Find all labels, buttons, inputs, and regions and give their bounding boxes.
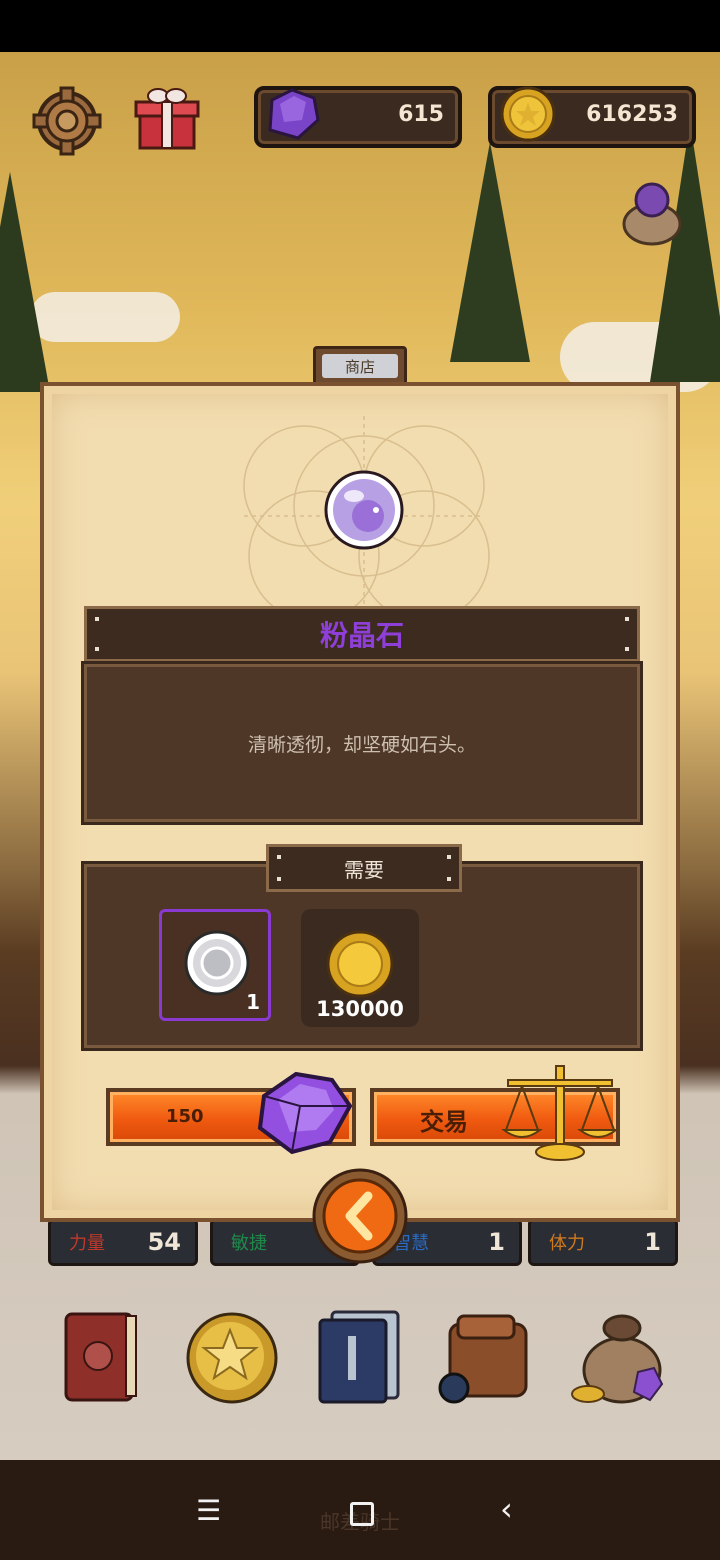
stat-value: 54 [147, 1228, 181, 1256]
menu-icon[interactable]: ☰ [196, 1494, 221, 1527]
item-name: 粉晶石 [319, 619, 404, 652]
stat-label: 力量 [69, 1233, 105, 1254]
stat-strength: 力量 54 [48, 1218, 198, 1266]
stat-value: 1 [488, 1228, 505, 1256]
back-button[interactable] [312, 1168, 408, 1264]
status-bar [0, 0, 720, 52]
star-coin-icon[interactable] [184, 1310, 280, 1406]
stat-value: 1 [644, 1228, 661, 1256]
gold-coin-icon [498, 84, 558, 144]
treasure-bag-icon[interactable] [570, 1310, 666, 1410]
gold-coin-icon [326, 930, 394, 998]
trade-label: 交易 [420, 1108, 468, 1136]
pine-tree [650, 122, 720, 382]
stat-stamina: 体力 1 [528, 1218, 678, 1266]
purple-gem-icon [262, 86, 322, 142]
item-description: 清晰透彻，却坚硬如石头。 [247, 733, 476, 756]
stat-label: 体力 [549, 1233, 585, 1254]
purple-gem-icon [250, 1066, 354, 1156]
system-nav-bar: 邮差骑士 ☰ ‹ [0, 1460, 720, 1560]
settings-gear-icon[interactable] [32, 86, 102, 156]
loot-bag-icon[interactable] [618, 178, 686, 248]
cloud [30, 292, 180, 342]
stat-label: 敏捷 [231, 1233, 267, 1254]
coin-count: 616253 [586, 102, 678, 127]
shop-tab: 商店 [313, 346, 407, 386]
book-icon[interactable] [60, 1306, 144, 1406]
requirement-count: 1 [246, 990, 260, 1014]
pine-tree [450, 142, 530, 362]
shop-tab-label: 商店 [322, 354, 398, 378]
white-orb-icon [184, 930, 250, 996]
gem-price: 150 [166, 1106, 204, 1127]
spell-cards-icon[interactable] [314, 1306, 406, 1406]
requirements-header: 需要 [266, 844, 462, 892]
gift-box-icon[interactable] [132, 84, 202, 154]
requirement-slot-coin: 130000 [301, 909, 419, 1027]
pink-crystal-orb-icon [324, 470, 404, 550]
shop-panel: 粉晶石 清晰透彻，却坚硬如石头。 1 130000 需要 150 交易 [40, 382, 680, 1222]
balance-scale-icon [500, 1058, 620, 1162]
requirements-label: 需要 [344, 857, 384, 882]
requirement-slot-orb: 1 [159, 909, 271, 1021]
item-description-box: 清晰透彻，却坚硬如石头。 [84, 664, 640, 822]
backpack-items-icon[interactable] [436, 1306, 542, 1410]
requirement-count: 130000 [316, 997, 404, 1021]
back-nav-icon[interactable]: ‹ [500, 1490, 513, 1528]
gem-count: 615 [398, 102, 444, 127]
item-name-bar: 粉晶石 [84, 606, 640, 662]
home-icon[interactable] [350, 1502, 374, 1526]
pine-tree [0, 172, 50, 392]
